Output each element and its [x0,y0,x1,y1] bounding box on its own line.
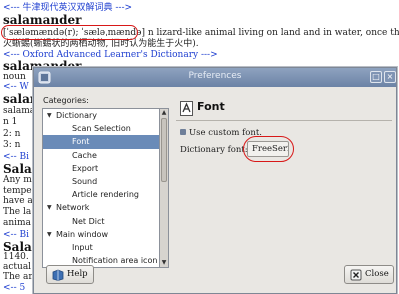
tree-item-label: Notification area icon [72,256,158,266]
definition-text: have a [3,196,33,206]
definition-text: The an [3,272,35,282]
close-button[interactable]: Close [344,265,394,284]
categories-label: Categories: [43,96,89,105]
categories-scrollbar[interactable]: ▲ ▼ [160,108,169,268]
categories-tree[interactable]: ▼ Dictionary Scan Selection Font Cache Export… [42,108,160,268]
definition-text: 2: n [3,129,21,139]
tree-item-font[interactable]: Font [43,135,159,149]
scrollbar-thumb[interactable] [161,118,167,182]
tree-item-label: Net Dict [72,216,105,226]
tree-item-label: Input [72,242,93,252]
definition-text: n 1 [3,117,18,127]
definition-text: Any m [3,175,32,185]
dictionary-source-link[interactable]: <-- Bi [3,230,29,240]
definition-text: The la [3,207,32,217]
definition-text: salama [3,106,36,116]
tree-item-article-rendering[interactable]: Article rendering [43,188,159,201]
tree-item-export[interactable]: Export [43,162,159,175]
pronunciation-highlight-circle [1,25,138,40]
tree-item-net-dict[interactable]: Net Dict [43,215,159,228]
expander-arrow-icon[interactable]: ▼ [47,228,52,241]
help-button-label: Help [67,269,88,279]
preferences-dialog: Preferences □ × Categories: ▼ Dictionary S… [33,67,397,294]
font-page-icon [180,101,193,116]
dictionary-source-link[interactable]: <--- 牛津现代英汉双解词典 ---> [3,3,132,13]
dictionary-source-link[interactable]: <-- W [3,82,29,92]
tree-item-label: Scan Selection [72,124,131,134]
close-icon [350,269,362,281]
tree-item-label: Export [72,163,99,173]
tree-item-label: Dictionary [56,111,98,120]
expander-arrow-icon[interactable]: ▼ [47,201,52,214]
definition-text: tempe [3,186,32,196]
checkbox-indicator-icon[interactable] [180,129,186,135]
close-button-label: Close [365,269,389,279]
tree-item-sound[interactable]: Sound [43,175,159,188]
help-button[interactable]: Help [46,265,94,284]
tree-item-cache[interactable]: Cache [43,149,159,162]
tree-item-label: Network [56,203,90,213]
tree-item-label: Sound [72,176,98,186]
tree-item-input[interactable]: Input [43,241,159,254]
scroll-down-icon[interactable]: ▼ [160,259,168,267]
expander-arrow-icon[interactable]: ▼ [47,109,52,122]
definition-text: 3: n [3,140,21,150]
close-window-button[interactable]: × [384,71,396,83]
dialog-titlebar[interactable]: Preferences □ × [34,68,396,87]
maximize-icon: □ [372,72,380,81]
pane-title: Font [197,100,225,113]
dictionary-source-link[interactable]: <-- Bi [3,152,29,162]
dictionary-source-link[interactable]: <-- 5 [3,283,25,293]
tree-item-network[interactable]: ▼ Network [43,201,159,214]
close-icon: × [386,72,394,81]
definition-text: anima [3,218,31,228]
scroll-up-icon[interactable]: ▲ [160,109,168,117]
dictionary-font-label: Dictionary font: [180,145,248,155]
help-icon [52,269,64,281]
dialog-title: Preferences [188,71,242,81]
tree-item-scan-selection[interactable]: Scan Selection [43,122,159,135]
maximize-button[interactable]: □ [370,71,382,83]
font-highlight-circle [243,136,294,162]
definition-text: 火蜥蜴(蜥蜴状的两栖动物, 旧时认为能生于火中). [3,39,199,49]
definition-text: actual [3,262,32,272]
tree-item-main-window[interactable]: ▼ Main window [43,228,159,241]
definition-text: noun [3,72,26,82]
tree-item-label: Cache [72,150,97,160]
tree-item-label: Font [72,137,90,147]
tree-item-label: Main window [56,229,108,239]
pane-separator [176,120,392,121]
tree-item-label: Article rendering [72,190,139,200]
tree-item-dictionary[interactable]: ▼ Dictionary [43,109,159,122]
